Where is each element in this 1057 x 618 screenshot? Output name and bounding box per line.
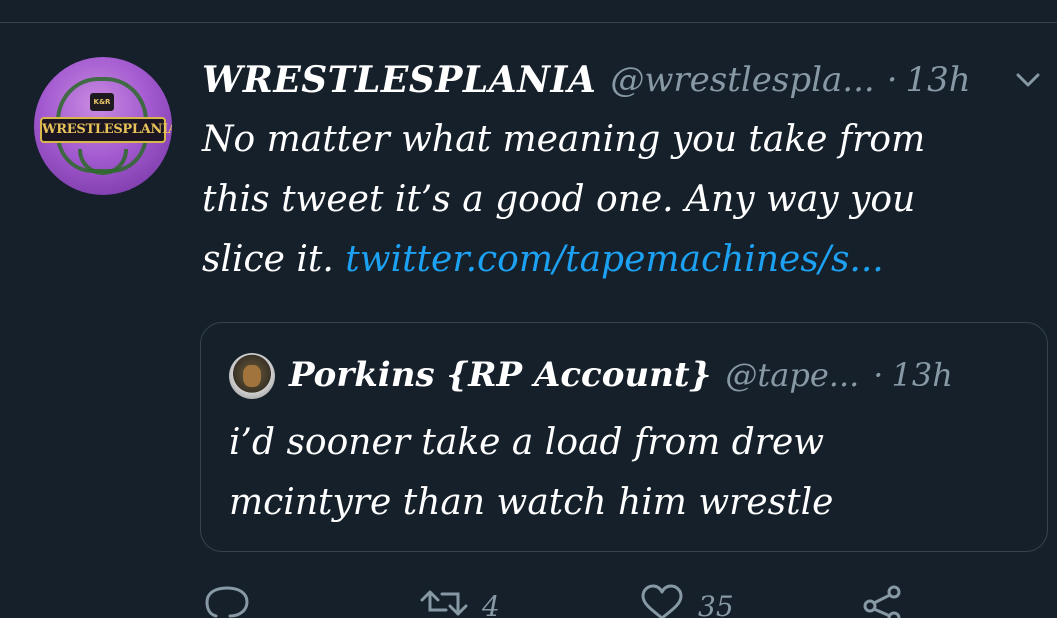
tweet-text: No matter what meaning you take from thi…	[202, 110, 1032, 290]
quoted-text-line: i’d sooner take a load from drew	[229, 422, 825, 463]
retweet-count: 4	[482, 590, 500, 618]
header-separator: ·	[886, 60, 898, 100]
like-count: 35	[698, 590, 734, 618]
tweet-text-line: slice it. twitter.com/tapemachines/s...	[202, 230, 1032, 290]
tweet-text-fragment: slice it.	[202, 239, 346, 280]
reply-icon	[205, 586, 249, 618]
tweet-header: WRESTLESPLANIA @wrestlespla... · 13h	[202, 52, 971, 108]
quoted-header-separator: ·	[873, 356, 884, 394]
heart-icon	[641, 584, 683, 618]
retweet-button[interactable]: 4	[420, 584, 500, 618]
quoted-author-handle: @tape...	[725, 356, 860, 394]
quoted-tweet-header: Porkins {RP Account} @tape... · 13h	[289, 347, 953, 403]
quoted-author-avatar	[229, 353, 275, 399]
quoted-text-line: mcintyre than watch him wrestle	[229, 482, 834, 523]
quoted-avatar-face	[243, 365, 261, 387]
tweet-action-bar: 4 35	[0, 584, 1057, 618]
avatar-crest: K&R	[90, 93, 114, 111]
author-avatar[interactable]: K&R WRESTLESPLANIA	[34, 57, 172, 195]
tweet-timestamp[interactable]: 13h	[906, 60, 971, 100]
quoted-tweet-timestamp: 13h	[891, 356, 953, 394]
author-handle[interactable]: @wrestlespla...	[610, 60, 874, 100]
tweet-screen: K&R WRESTLESPLANIA WRESTLESPLANIA @wrest…	[0, 0, 1057, 618]
share-icon	[863, 585, 901, 618]
author-display-name[interactable]: WRESTLESPLANIA	[202, 59, 596, 101]
quoted-tweet-card[interactable]: Porkins {RP Account} @tape... · 13h i’d …	[200, 322, 1048, 552]
top-divider	[0, 22, 1057, 23]
chevron-down-icon[interactable]	[1014, 68, 1042, 92]
tweet-link[interactable]: twitter.com/tapemachines/s...	[345, 239, 883, 280]
tweet-text-line: No matter what meaning you take from	[202, 119, 926, 160]
like-button[interactable]: 35	[640, 584, 734, 618]
quoted-author-display-name: Porkins {RP Account}	[289, 355, 712, 395]
avatar-logo-text: WRESTLESPLANIA	[40, 117, 172, 143]
retweet-icon	[420, 590, 468, 616]
quoted-tweet-text: i’d sooner take a load from drew mcintyr…	[229, 413, 1029, 533]
share-button[interactable]	[860, 584, 904, 618]
tweet-text-line: this tweet it’s a good one. Any way you	[202, 179, 916, 220]
reply-button[interactable]	[204, 584, 264, 618]
